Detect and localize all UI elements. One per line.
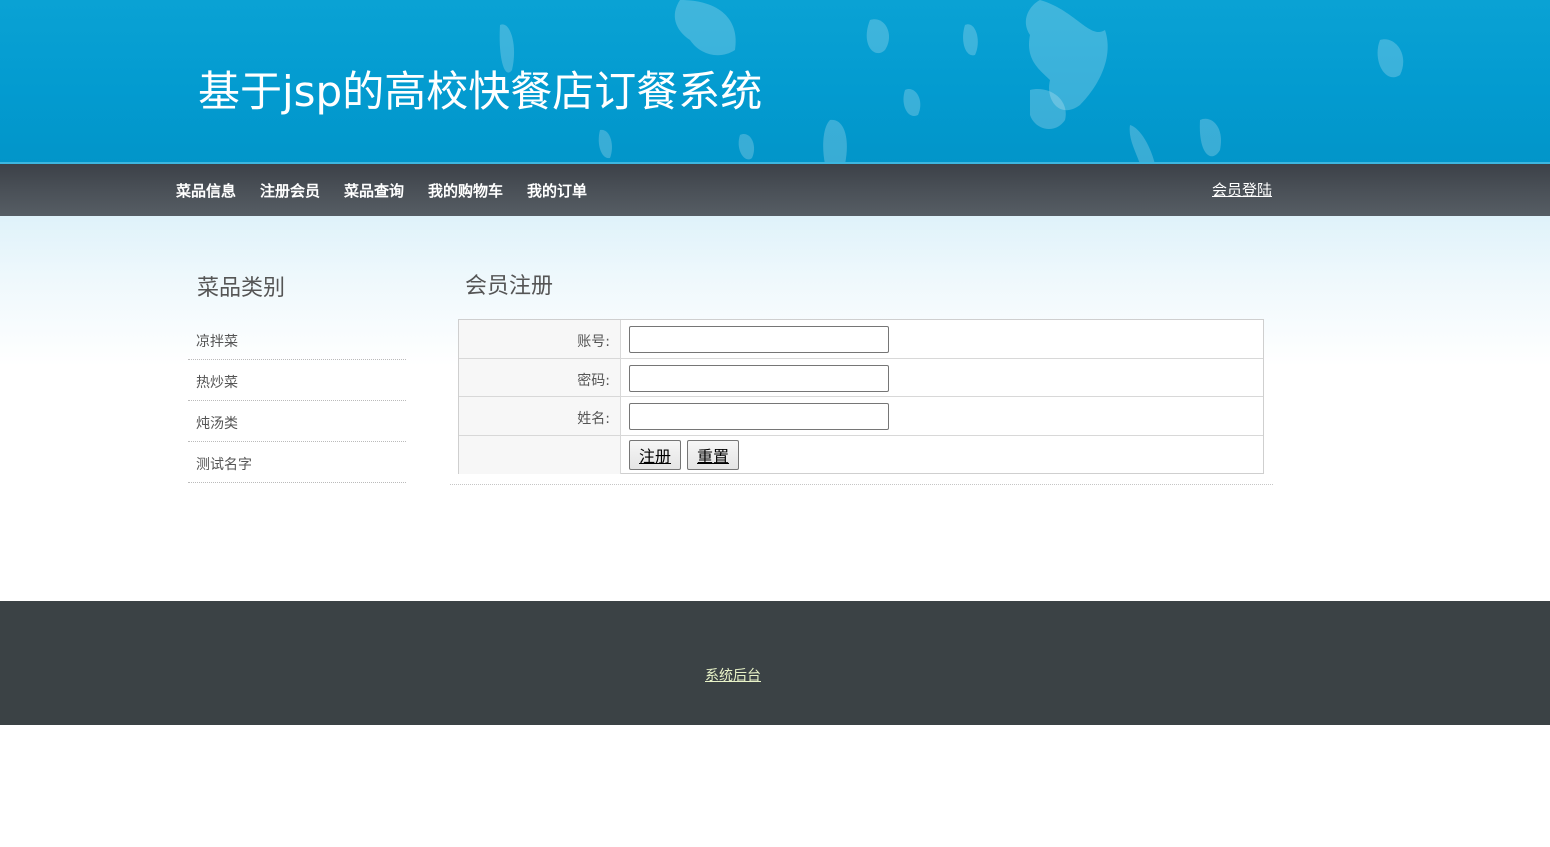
form-label-cell: 账号: (459, 320, 621, 358)
nav-dish-search[interactable]: 菜品查询 (344, 180, 404, 201)
category-label: 热炒菜 (196, 375, 238, 391)
form-label-cell: 姓名: (459, 397, 621, 435)
category-item[interactable]: 炖汤类 (188, 401, 406, 442)
admin-backend-link[interactable]: 系统后台 (705, 665, 761, 685)
member-login-link[interactable]: 会员登陆 (1212, 179, 1272, 200)
sidebar-title: 菜品类别 (197, 276, 286, 301)
reset-button[interactable]: 重置 (687, 439, 740, 470)
category-label: 测试名字 (196, 457, 252, 473)
category-item[interactable]: 凉拌菜 (188, 319, 406, 360)
site-header: 基于jsp的高校快餐店订餐系统 (0, 0, 1550, 164)
category-item[interactable]: 热炒菜 (188, 360, 406, 401)
password-input[interactable] (629, 364, 889, 392)
nav-my-orders[interactable]: 我的订单 (527, 180, 587, 201)
register-button[interactable]: 注册 (629, 439, 682, 470)
form-row-password: 密码: (459, 358, 1263, 397)
main-nav: 菜品信息 注册会员 菜品查询 我的购物车 我的订单 会员登陆 (0, 164, 1550, 216)
nav-dish-info[interactable]: 菜品信息 (176, 180, 236, 201)
site-title: 基于jsp的高校快餐店订餐系统 (198, 67, 763, 116)
form-row-name: 姓名: (459, 397, 1263, 436)
category-item[interactable]: 测试名字 (188, 442, 406, 483)
form-label-cell (459, 435, 621, 474)
account-label: 账号: (577, 334, 610, 350)
password-label: 密码: (577, 372, 610, 389)
main-content: 菜品类别 凉拌菜 热炒菜 炖汤类 测试名字 会员注册 账号: 密码: 姓名: 注… (0, 216, 1550, 601)
section-divider (450, 484, 1273, 485)
form-label-cell: 密码: (459, 358, 621, 396)
nav-register-member[interactable]: 注册会员 (260, 180, 320, 201)
category-label: 炖汤类 (196, 416, 238, 432)
page-title: 会员注册 (465, 274, 554, 299)
account-input[interactable] (629, 326, 889, 353)
form-row-actions: 注册 重置 (459, 435, 1263, 474)
name-label: 姓名: (577, 411, 610, 427)
registration-form: 账号: 密码: 姓名: 注册 重置 (458, 319, 1264, 474)
nav-my-cart[interactable]: 我的购物车 (428, 180, 503, 201)
category-label: 凉拌菜 (196, 334, 238, 350)
form-row-account: 账号: (459, 320, 1263, 359)
name-input[interactable] (629, 403, 889, 430)
site-footer: 系统后台 (0, 601, 1550, 725)
